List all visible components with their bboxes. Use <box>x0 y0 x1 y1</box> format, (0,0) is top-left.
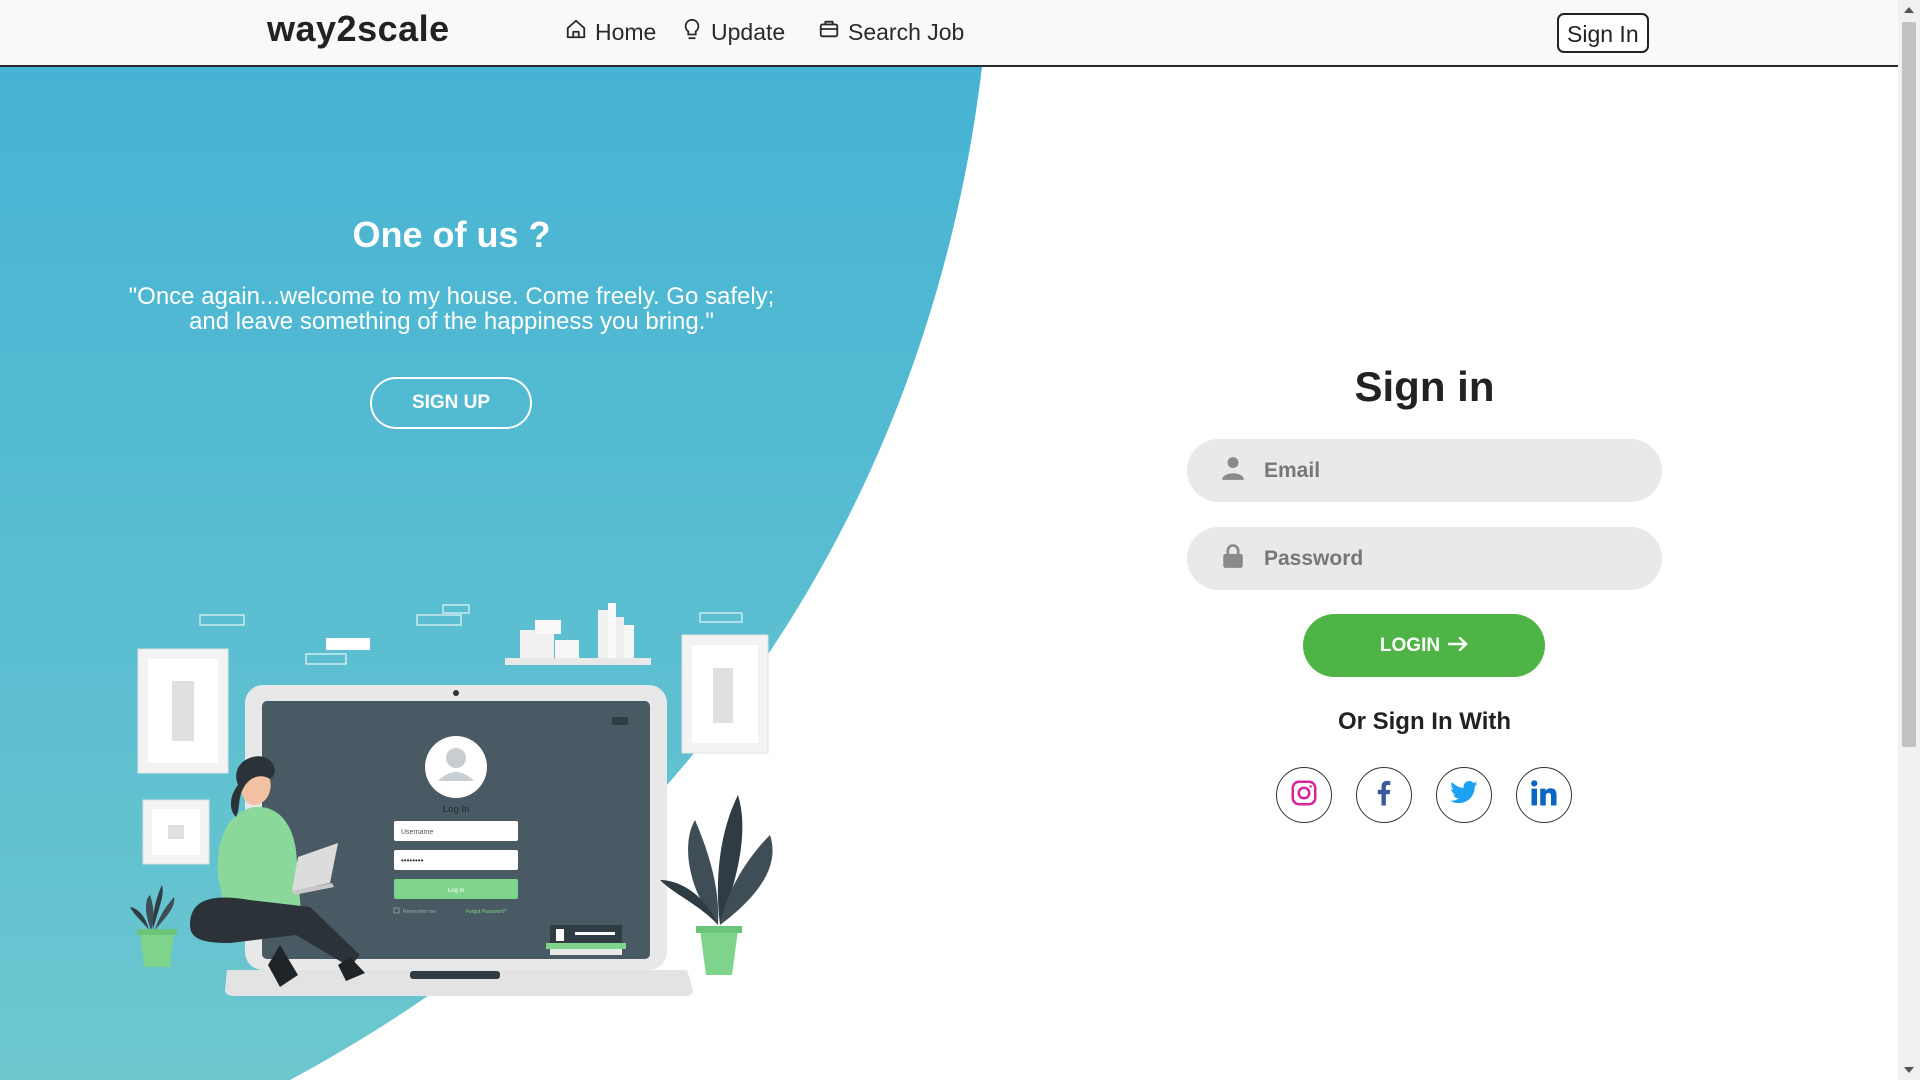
plant-left <box>130 885 177 967</box>
instagram-button[interactable] <box>1276 767 1332 823</box>
nav-signin-button[interactable]: Sign In <box>1557 13 1649 53</box>
hero-quote: "Once again...welcome to my house. Come … <box>128 283 775 335</box>
twitter-button[interactable] <box>1436 767 1492 823</box>
email-field[interactable] <box>1187 439 1662 502</box>
scroll-down-arrow-icon[interactable] <box>1904 1067 1914 1073</box>
briefcase-icon <box>818 18 840 46</box>
lock-icon <box>1187 543 1246 574</box>
decor-dashes <box>199 604 743 665</box>
nav-link-search-job[interactable]: Search Job <box>818 18 964 46</box>
bookshelf <box>505 603 651 665</box>
decor-bar <box>326 638 370 650</box>
wall-frame-left <box>137 648 229 774</box>
email-input[interactable] <box>1262 457 1646 484</box>
login-button[interactable]: LOGIN <box>1303 614 1545 677</box>
screen-login-button: Log in <box>448 888 464 894</box>
navbar: way2scale Home Update Search Job Sign In <box>0 0 1898 67</box>
vertical-scrollbar[interactable] <box>1898 0 1920 1080</box>
linkedin-icon <box>1529 778 1559 813</box>
user-icon <box>1187 455 1246 486</box>
scroll-up-arrow-icon[interactable] <box>1904 7 1914 13</box>
login-illustration: Log In Username •••••••• Log in Remember… <box>130 603 773 996</box>
twitter-icon <box>1449 778 1479 813</box>
signup-button[interactable]: SIGN UP <box>370 377 532 429</box>
wall-frame-right <box>681 634 769 754</box>
screen-login-title: Log In <box>443 804 470 814</box>
or-signin-with-text: Or Sign In With <box>1337 708 1512 735</box>
nav-link-home[interactable]: Home <box>565 18 656 46</box>
desk-books <box>546 925 626 955</box>
arrow-right-icon <box>1447 635 1468 657</box>
brand-logo[interactable]: way2scale <box>267 8 450 50</box>
nav-link-home-label: Home <box>595 18 657 45</box>
facebook-icon <box>1369 778 1399 813</box>
scrollbar-thumb[interactable] <box>1902 22 1916 747</box>
nav-link-update[interactable]: Update <box>681 18 785 46</box>
plant-right <box>660 795 773 975</box>
linkedin-button[interactable] <box>1516 767 1572 823</box>
nav-link-search-job-label: Search Job <box>848 18 965 45</box>
wall-frame-small <box>142 799 210 865</box>
home-icon <box>565 18 587 46</box>
signin-title: Sign in <box>1354 363 1495 410</box>
lightbulb-icon <box>681 18 703 46</box>
password-input[interactable] <box>1262 545 1646 572</box>
facebook-button[interactable] <box>1356 767 1412 823</box>
hero-title: One of us ? <box>352 214 551 255</box>
nav-link-update-label: Update <box>711 18 786 45</box>
login-button-label: LOGIN <box>1379 634 1441 656</box>
instagram-icon <box>1289 778 1319 813</box>
screen-remember-me: Remember me <box>403 909 436 915</box>
screen-password-field: •••••••• <box>401 856 424 865</box>
screen-forgot-password: Forgot Password? <box>466 909 507 915</box>
screen-username-field: Username <box>401 829 433 836</box>
password-field[interactable] <box>1187 527 1662 590</box>
